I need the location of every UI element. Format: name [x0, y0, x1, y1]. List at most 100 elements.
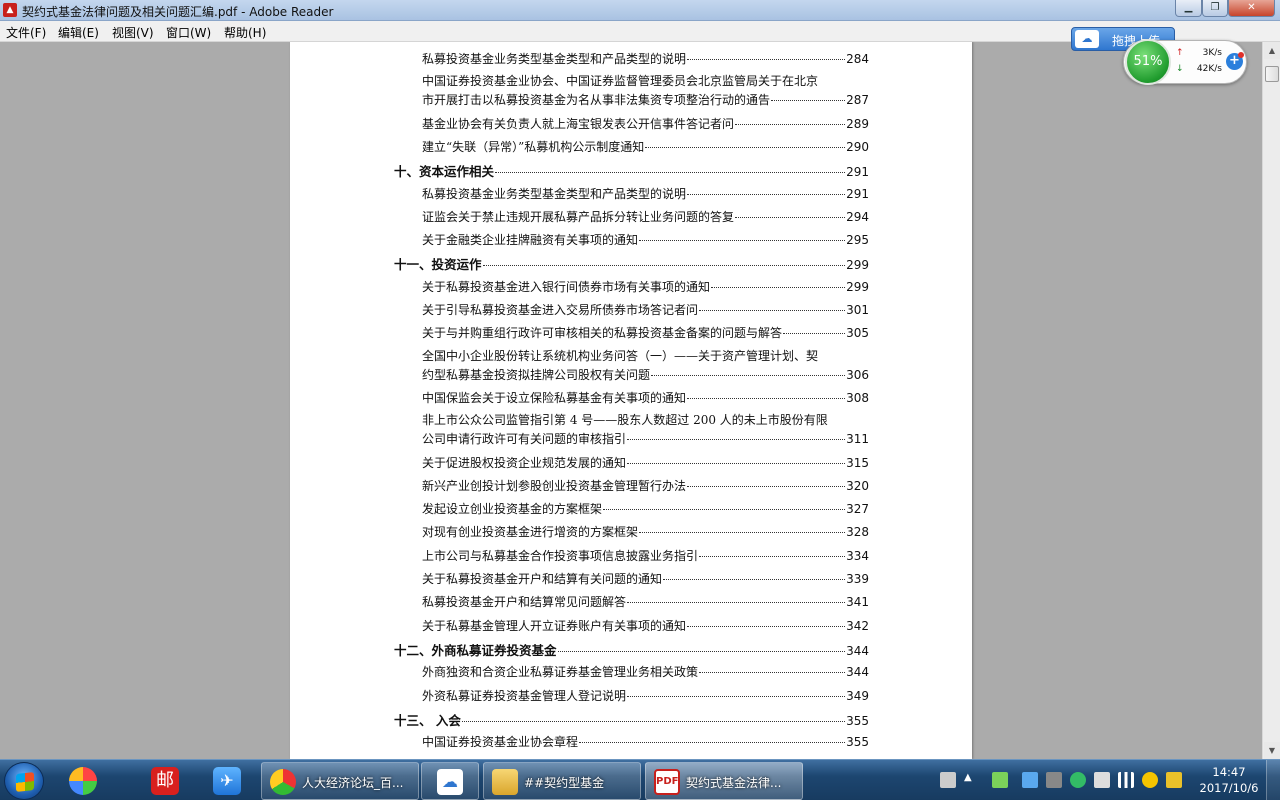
toc-page-number: 301 [846, 303, 869, 317]
toc-title: 外资私募证券投资基金管理人登记说明 [422, 688, 627, 703]
network-signal-icon[interactable] [1118, 772, 1134, 788]
toc-entry[interactable]: 中国保监会关于设立保险私募基金有关事项的通知 308 [422, 389, 869, 407]
toc-entry[interactable]: 约型私募基金投资拟挂牌公司股权有关问题 306 [422, 366, 869, 384]
vertical-scrollbar[interactable]: ▲ ▼ [1262, 42, 1280, 759]
colorful-app-icon [69, 767, 97, 795]
toc-title: 建立“失联（异常）”私募机构公示制度通知 [422, 139, 645, 154]
toc-entry[interactable]: 外商独资和合资企业私募证券基金管理业务相关政策 344 [422, 663, 869, 681]
pinned-app-3[interactable]: ✈ [200, 762, 254, 800]
keyboard-icon[interactable] [940, 772, 956, 788]
toc-title: 发起设立创业投资基金的方案框架 [422, 502, 603, 517]
toc-title: 关于与并购重组行政许可审核相关的私募投资基金备案的问题与解答 [422, 326, 783, 341]
toc-entry-line[interactable]: 全国中小企业股份转让系统机构业务问答（一）——关于资产管理计划、契 [422, 347, 818, 364]
toc-entry[interactable]: 基金业协会有关负责人就上海宝银发表公开信事件答记者问 289 [422, 115, 869, 133]
toc-leader [687, 193, 846, 195]
pinned-app-1[interactable] [56, 762, 110, 800]
menu-edit[interactable]: 编辑(E) [58, 24, 99, 41]
toc-entry[interactable]: 关于与并购重组行政许可审核相关的私募投资基金备案的问题与解答 305 [422, 324, 869, 342]
show-desktop-button[interactable] [1266, 760, 1280, 800]
menu-file[interactable]: 文件(F) [6, 24, 46, 41]
toc-section[interactable]: 十二、外商私募证券投资基金 344 [394, 640, 869, 658]
task-adobe-reader[interactable]: PDF 契约式基金法律... [645, 762, 803, 800]
minimize-button[interactable]: ▁ [1175, 0, 1202, 17]
start-button[interactable] [4, 762, 44, 800]
plus-badge-icon[interactable] [1142, 772, 1158, 788]
toc-title: 私募投资基金开户和结算常见问题解答 [422, 595, 627, 610]
memory-usage-ball[interactable]: 51% [1125, 39, 1171, 85]
notification-dot [1238, 52, 1244, 58]
toc-entry-line[interactable]: 非上市公众公司监管指引第 4 号——股东人数超过 200 人的未上市股份有限 [422, 411, 828, 428]
messenger-icon: ✈ [213, 767, 241, 795]
toc-entry[interactable]: 私募投资基金开户和结算常见问题解答 341 [422, 593, 869, 611]
menu-view[interactable]: 视图(V) [112, 24, 154, 41]
toc-page-number: 305 [846, 326, 869, 341]
window-title: 契约式基金法律问题及相关问题汇编.pdf - Adobe Reader [22, 5, 334, 19]
toc-entry[interactable]: 市开展打击以私募投资基金为名从事非法集资专项整治行动的通告 287 [422, 91, 869, 109]
task-netdisk[interactable]: ☁ [421, 762, 479, 800]
title-bar: ▲ 契约式基金法律问题及相关问题汇编.pdf - Adobe Reader ▁ … [0, 0, 1280, 21]
toc-entry[interactable]: 发起设立创业投资基金的方案框架 327 [422, 500, 869, 518]
chrome-icon [270, 769, 296, 795]
toc-leader [482, 265, 846, 267]
task-browser[interactable]: 人大经济论坛_百... [261, 762, 419, 800]
toc-section[interactable]: 十三、 入会 355 [394, 710, 869, 728]
speaker-icon[interactable] [1094, 772, 1110, 788]
toc-page-number: 311 [846, 432, 869, 447]
toc-entry[interactable]: 关于私募基金管理人开立证券账户有关事项的通知 342 [422, 617, 869, 635]
toc-section[interactable]: 十一、投资运作 299 [394, 254, 869, 272]
toc-entry[interactable]: 建立“失联（异常）”私募机构公示制度通知 290 [422, 138, 869, 156]
maximize-button[interactable]: ❐ [1202, 0, 1228, 17]
baidu-netdisk-tray-icon[interactable] [1022, 772, 1038, 788]
task-folder[interactable]: ##契约型基金 [483, 762, 641, 800]
toc-entry[interactable]: 新兴产业创投计划参股创业投资基金管理暂行办法 320 [422, 477, 869, 495]
toc-page-number: 290 [846, 139, 869, 154]
toc-entry[interactable]: 私募投资基金业务类型基金类型和产品类型的说明 284 [422, 50, 869, 68]
close-button[interactable]: ✕ [1228, 0, 1275, 17]
document-viewport[interactable]: 私募投资基金业务类型基金类型和产品类型的说明 284 中国证券投资基金业协会、中国证… [0, 42, 1262, 759]
toc-page-number: 349 [846, 688, 869, 703]
toc-title: 新兴产业创投计划参股创业投资基金管理暂行办法 [422, 478, 687, 493]
scroll-down-icon[interactable]: ▼ [1264, 742, 1280, 759]
toc-page-number: 294 [846, 209, 869, 224]
adobe-reader-icon: PDF [654, 769, 680, 795]
toc-page-number: 299 [846, 279, 869, 294]
toc-leader [783, 333, 846, 335]
arrow-up-icon: ↑ [1176, 48, 1184, 58]
tray-expand-icon[interactable]: ▲ [964, 772, 980, 788]
toc-page-number: 306 [846, 367, 869, 382]
battery-icon[interactable] [992, 772, 1008, 788]
toc-entry[interactable]: 关于促进股权投资企业规范发展的通知 315 [422, 454, 869, 472]
toc-title: 十、资本运作相关 [394, 164, 495, 180]
toc-entry[interactable]: 外资私募证券投资基金管理人登记说明 349 [422, 687, 869, 705]
network-speed-widget[interactable]: 51% ↑ 3K/s ↓ 42K/s + [1123, 39, 1247, 85]
menu-window[interactable]: 窗口(W) [166, 24, 211, 41]
toc-title: 中国保监会关于设立保险私募基金有关事项的通知 [422, 390, 687, 405]
toc-section[interactable]: 十、资本运作相关 291 [394, 161, 869, 179]
security-icon[interactable] [1070, 772, 1086, 788]
toc-entry[interactable]: 关于引导私募投资基金进入交易所债券市场答记者问 301 [422, 301, 869, 319]
toc-entry[interactable]: 关于私募投资基金进入银行间债券市场有关事项的通知 299 [422, 278, 869, 296]
usb-icon[interactable] [1046, 772, 1062, 788]
toc-entry[interactable]: 证监会关于禁止违规开展私募产品拆分转让业务问题的答复 294 [422, 208, 869, 226]
toc-leader [639, 240, 846, 242]
scroll-up-icon[interactable]: ▲ [1264, 42, 1280, 59]
toc-entry[interactable]: 对现有创业投资基金进行增资的方案框架 328 [422, 523, 869, 541]
toc-entry[interactable]: 上市公司与私募基金合作投资事项信息披露业务指引 334 [422, 547, 869, 565]
shield-icon[interactable] [1166, 772, 1182, 788]
scroll-thumb[interactable] [1265, 66, 1279, 82]
toc-leader [627, 695, 846, 697]
toc-entry[interactable]: 公司申请行政许可有关问题的审核指引 311 [422, 430, 869, 448]
toc-page-number: 334 [846, 548, 869, 563]
toc-title: 关于私募基金管理人开立证券账户有关事项的通知 [422, 618, 687, 633]
toc-leader [639, 532, 846, 534]
toc-entry[interactable]: 关于私募投资基金开户和结算有关问题的通知 339 [422, 570, 869, 588]
toc-page-number: 355 [846, 735, 869, 750]
toc-entry[interactable]: 私募投资基金业务类型基金类型和产品类型的说明 291 [422, 185, 869, 203]
menu-help[interactable]: 帮助(H) [224, 24, 266, 41]
toc-entry-line[interactable]: 中国证券投资基金业协会、中国证券监督管理委员会北京监管局关于在北京 [422, 72, 818, 89]
toc-entry[interactable]: 关于金融类企业挂牌融资有关事项的通知 295 [422, 231, 869, 249]
clock[interactable]: 14:47 2017/10/6 [1196, 764, 1262, 796]
toc-title: 外商独资和合资企业私募证券基金管理业务相关政策 [422, 665, 699, 680]
toc-entry[interactable]: 中国证券投资基金业协会章程 355 [422, 733, 869, 751]
pinned-app-2[interactable]: 邮 [138, 762, 192, 800]
